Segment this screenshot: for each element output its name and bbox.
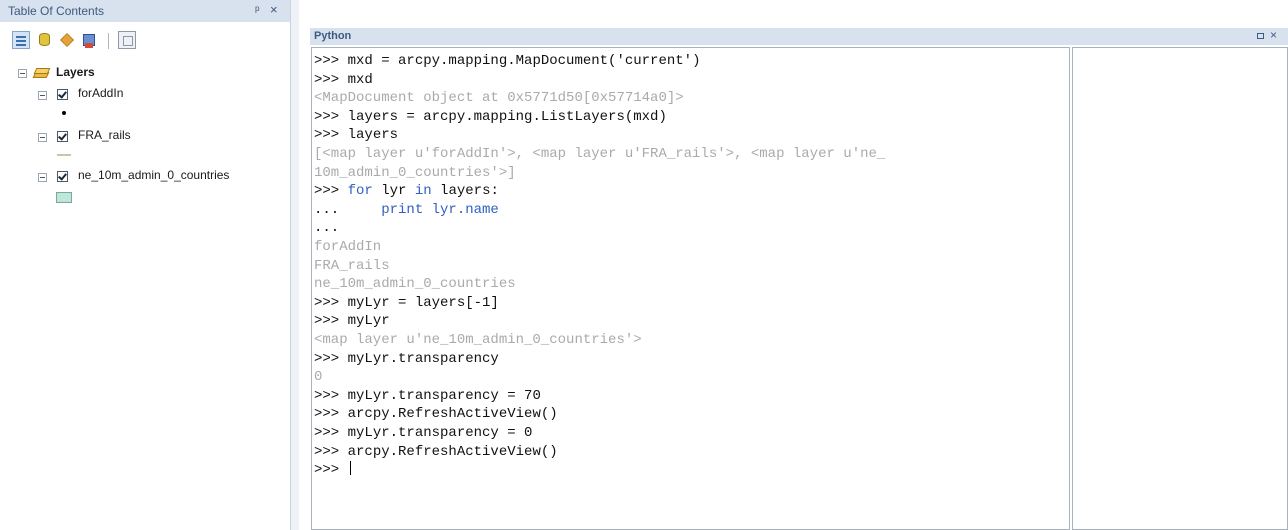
output-text: FRA_rails <box>314 257 390 274</box>
console-command-line: ... <box>314 219 339 238</box>
console-prompt: ... <box>314 220 340 237</box>
output-text: 10m_admin_0_countries'>] <box>314 164 516 181</box>
console-command-line: >>> for lyr in layers: <box>314 182 499 201</box>
console-command-line: >>> arcpy.RefreshActiveView() <box>314 443 558 462</box>
console-prompt: >>> <box>314 462 348 479</box>
polygon-symbol-icon[interactable] <box>56 192 72 203</box>
console-prompt: >>> <box>314 127 348 144</box>
console-prompt: >>> <box>314 183 348 200</box>
layer-name[interactable]: ne_10m_admin_0_countries <box>78 168 229 182</box>
pane-splitter[interactable] <box>291 0 299 530</box>
console-output-line: <MapDocument object at 0x5771d50[0x57714… <box>314 89 684 108</box>
toc-toolbar <box>0 25 290 57</box>
keyword: in <box>414 183 432 200</box>
output-text: forAddIn <box>314 239 382 255</box>
console-prompt: >>> <box>314 294 348 311</box>
code-text: mxd = arcpy.mapping.MapDocument('current… <box>347 53 701 69</box>
tree-root-layers[interactable]: Layers <box>56 65 95 79</box>
console-prompt: >>> <box>314 108 348 125</box>
console-command-line: >>> arcpy.RefreshActiveView() <box>314 405 558 424</box>
console-output-line: <map layer u'ne_10m_admin_0_countries'> <box>314 331 642 350</box>
layer-name[interactable]: forAddIn <box>78 86 123 100</box>
collapse-toggle-icon[interactable] <box>38 133 47 142</box>
python-title-bar[interactable]: Python × <box>310 28 1288 45</box>
collapse-toggle-icon[interactable] <box>18 69 27 78</box>
python-title: Python <box>314 30 352 42</box>
options-icon[interactable] <box>118 31 136 49</box>
list-by-visibility-icon[interactable] <box>58 31 76 49</box>
console-command-line: >>> mxd = arcpy.mapping.MapDocument('cur… <box>314 52 700 71</box>
code-text: myLyr = layers[-1] <box>347 294 499 311</box>
list-by-selection-icon[interactable] <box>80 31 98 49</box>
code-text: layers = arcpy.mapping.ListLayers(mxd) <box>347 108 667 125</box>
console-prompt: >>> <box>314 350 348 367</box>
code-text: layers: <box>431 183 499 200</box>
line-symbol-icon[interactable] <box>57 154 71 156</box>
console-prompt: >>> <box>314 387 348 404</box>
console-output-line: [<map layer u'forAddIn'>, <map layer u'F… <box>314 145 885 164</box>
code-text: layers <box>347 127 399 144</box>
keyword: for <box>347 183 373 200</box>
output-text: 0 <box>314 369 323 386</box>
console-prompt: >>> <box>314 313 348 330</box>
toc-title-bar[interactable]: Table Of Contents ᵖ × <box>0 0 290 22</box>
output-text: <map layer u'ne_10m_admin_0_countries'> <box>314 332 642 348</box>
code-text: arcpy.RefreshActiveView() <box>347 443 558 460</box>
console-command-line: ... print lyr.name <box>314 201 499 220</box>
console-prompt: >>> <box>314 53 348 69</box>
python-window: Python × >>> mxd = arcpy.mapping.MapDocu… <box>300 0 1288 530</box>
console-command-line: >>> layers <box>314 126 398 145</box>
console-output-line: forAddIn <box>314 238 381 257</box>
list-by-source-icon[interactable] <box>36 31 54 49</box>
console-command-line: >>> myLyr <box>314 312 390 331</box>
console-prompt: >>> <box>314 406 348 423</box>
close-icon[interactable]: × <box>270 2 278 17</box>
console-command-line: >>> mxd <box>314 71 373 90</box>
close-icon[interactable]: × <box>1270 28 1277 42</box>
layers-icon <box>34 67 48 79</box>
pin-icon[interactable]: ᵖ <box>255 3 260 17</box>
console-command-line: >>> myLyr.transparency = 70 <box>314 387 541 406</box>
console-prompt: >>> <box>314 443 348 460</box>
output-text: ne_10m_admin_0_countries <box>314 276 516 293</box>
console-prompt: >>> <box>314 71 348 88</box>
console-prompt: ... <box>314 201 382 218</box>
layer-visibility-checkbox[interactable] <box>57 89 68 100</box>
output-text: [<map layer u'forAddIn'>, <map layer u'F… <box>314 146 886 162</box>
table-of-contents-pane: Table Of Contents ᵖ × Layers forAddIn FR… <box>0 0 291 530</box>
code-text: myLyr.transparency = 0 <box>347 425 533 441</box>
restore-icon[interactable] <box>1257 33 1264 39</box>
code-text: myLyr <box>347 313 390 330</box>
toolbar-separator <box>108 33 109 49</box>
console-prompt: >>> <box>314 425 348 441</box>
code-text: print lyr.name <box>381 201 499 218</box>
console-output-line: 0 <box>314 368 322 387</box>
point-symbol-icon[interactable] <box>62 111 66 115</box>
console-command-line: >>> myLyr.transparency <box>314 350 499 369</box>
python-help-pane <box>1072 47 1288 530</box>
console-command-line: >>> myLyr.transparency = 0 <box>314 424 532 443</box>
console-output-line: ne_10m_admin_0_countries <box>314 275 516 294</box>
code-text: myLyr.transparency <box>347 350 499 367</box>
python-console[interactable]: >>> mxd = arcpy.mapping.MapDocument('cur… <box>311 47 1070 530</box>
code-text: mxd <box>347 71 373 88</box>
console-command-line: >>> myLyr = layers[-1] <box>314 294 499 313</box>
code-text: lyr <box>372 183 415 200</box>
code-text: arcpy.RefreshActiveView() <box>347 406 558 423</box>
layer-visibility-checkbox[interactable] <box>57 171 68 182</box>
console-command-line: >>> <box>314 461 351 480</box>
text-caret[interactable] <box>349 461 351 476</box>
code-text: myLyr.transparency = 70 <box>347 387 541 404</box>
toc-title: Table Of Contents <box>8 4 105 18</box>
console-command-line: >>> layers = arcpy.mapping.ListLayers(mx… <box>314 108 667 127</box>
layer-visibility-checkbox[interactable] <box>57 131 68 142</box>
layer-name[interactable]: FRA_rails <box>78 128 131 142</box>
list-by-drawing-order-icon[interactable] <box>12 31 30 49</box>
console-output-line: 10m_admin_0_countries'>] <box>314 164 516 183</box>
collapse-toggle-icon[interactable] <box>38 173 47 182</box>
collapse-toggle-icon[interactable] <box>38 91 47 100</box>
console-output-line: FRA_rails <box>314 257 390 276</box>
output-text: <MapDocument object at 0x5771d50[0x57714… <box>314 90 684 107</box>
